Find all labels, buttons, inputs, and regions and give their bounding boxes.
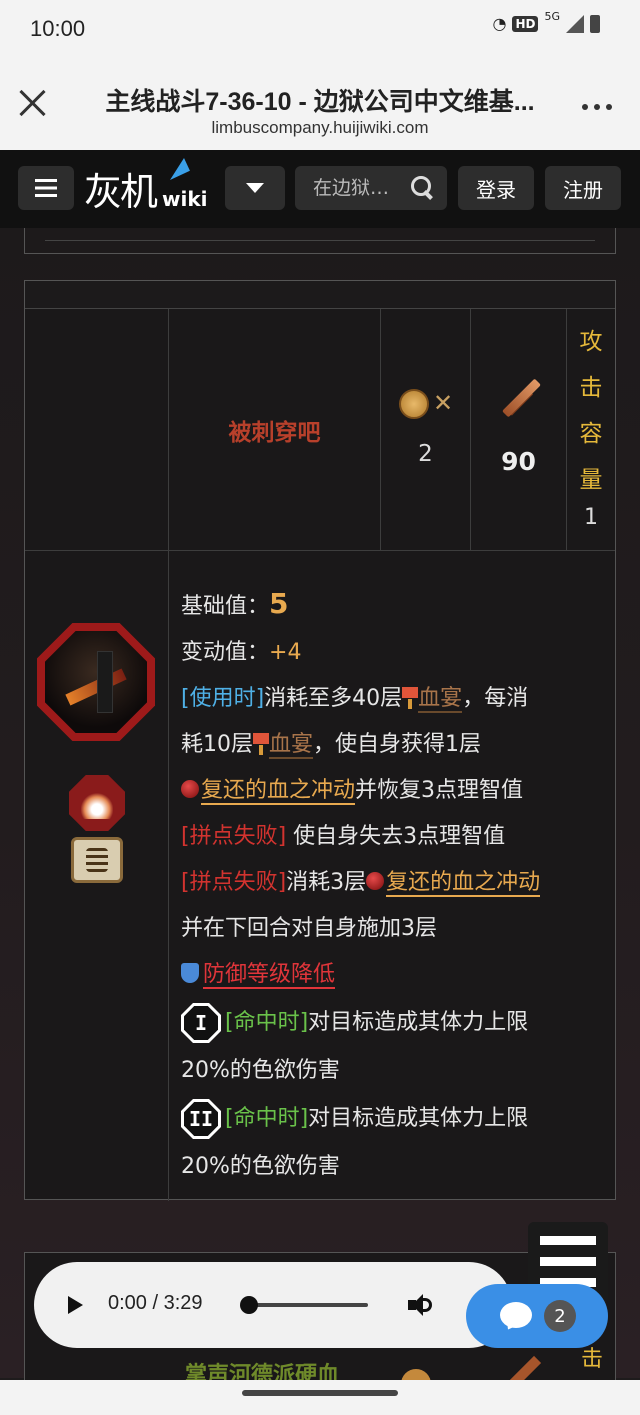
chat-count-badge: 2: [544, 1300, 576, 1332]
status-icons: ◔ HD 5G: [492, 10, 600, 33]
times-icon: ✕: [433, 389, 454, 417]
base-value-row: 基础值：5: [181, 587, 289, 620]
wrath-affinity-icon: [69, 775, 125, 831]
battery-icon: [590, 14, 600, 33]
clock: 10:00: [30, 16, 86, 41]
var-value: +4: [269, 640, 302, 665]
skill-icons-column: [25, 551, 169, 1201]
skill-name: 被刺穿吧: [228, 420, 321, 446]
list-icon: [35, 179, 57, 197]
hd-badge: HD: [512, 15, 539, 32]
search-box[interactable]: [295, 166, 447, 210]
login-button[interactable]: 登录: [458, 166, 534, 210]
kite-icon: [164, 158, 190, 180]
goblet-icon: [402, 687, 419, 709]
hamburger-icon: [540, 1236, 596, 1288]
browser-toolbar: 主线战斗7-36-10 - 边狱公司中文维基... limbuscompany.…: [0, 58, 640, 150]
on-hit-tag: [命中时]: [225, 1106, 309, 1131]
attack-capacity-value: 1: [584, 505, 598, 530]
audio-player: 0:00 / 3:29: [34, 1262, 512, 1348]
close-icon[interactable]: [18, 88, 48, 118]
logo-text: 灰机: [84, 170, 158, 214]
network-type: 5G: [544, 10, 560, 23]
skill-card: 被刺穿吧 ✕ 2 90 攻 击 容 量 1 基础值：5 变动值：+4 [使用时]…: [24, 280, 616, 1201]
sword-icon: [495, 377, 545, 427]
defense-down-link[interactable]: 防御等级降低: [203, 962, 336, 989]
search-input[interactable]: [313, 177, 403, 199]
audio-time: 0:00 / 3:29: [108, 1292, 203, 1314]
coin-1-icon: I: [181, 1003, 221, 1043]
register-button[interactable]: 注册: [545, 166, 621, 210]
coin-cell: ✕ 2: [381, 309, 471, 551]
coin-count: 2: [418, 441, 433, 467]
revenant-link[interactable]: 复还的血之冲动: [386, 870, 541, 897]
on-hit-tag: [命中时]: [225, 1010, 309, 1035]
previous-card: [24, 228, 616, 254]
skill-description: 基础值：5 变动值：+4 [使用时]消耗至多40层 血宴，每消 耗10层 血宴，使自…: [169, 551, 615, 1201]
signal-icon: [566, 14, 584, 33]
home-indicator[interactable]: [242, 1390, 398, 1396]
page-title: 主线战斗7-36-10 - 边狱公司中文维基...: [105, 88, 535, 116]
skill-art-icon: [37, 623, 155, 741]
status-bar: 10:00 ◔ HD 5G: [0, 0, 640, 58]
coin-2-icon: II: [181, 1099, 221, 1139]
base-value: 5: [269, 587, 289, 620]
attack-capacity-label: 攻 击 容 量: [579, 329, 603, 493]
skill-power: 90: [501, 447, 536, 476]
revenant-link[interactable]: 复还的血之冲动: [201, 778, 356, 805]
chat-icon: [500, 1302, 532, 1328]
bloodfeast-link[interactable]: 血宴: [418, 686, 463, 713]
wifi-icon: ◔: [492, 14, 507, 33]
audio-seek-thumb[interactable]: [240, 1296, 258, 1314]
coin-icon: [399, 389, 429, 419]
search-icon[interactable]: [411, 176, 433, 198]
blood-drop-icon: [366, 872, 385, 890]
site-logo[interactable]: 灰机 wiki: [84, 158, 208, 214]
skill-name-cell: 被刺穿吧: [169, 309, 381, 551]
pierce-type-icon: [71, 837, 123, 883]
power-cell: 90: [471, 309, 567, 551]
clash-lose-tag: [拼点失败]: [181, 870, 287, 895]
caret-down-icon: [246, 183, 264, 193]
bloodfeast-link[interactable]: 血宴: [269, 732, 314, 759]
page-url[interactable]: limbuscompany.huijiwiki.com: [70, 118, 570, 138]
capacity-cell: 攻 击 容 量 1: [567, 309, 615, 551]
menu-button[interactable]: [18, 166, 74, 210]
chat-button[interactable]: 2: [466, 1284, 608, 1348]
gesture-bar: [0, 1380, 640, 1415]
shield-icon: [181, 963, 199, 983]
page-content: 被刺穿吧 ✕ 2 90 攻 击 容 量 1 基础值：5 变动值：+4 [使用时]…: [0, 228, 640, 1412]
on-use-tag: [使用时]: [181, 686, 265, 711]
volume-icon[interactable]: [408, 1294, 434, 1316]
skill-header-blank: [25, 309, 169, 551]
logo-suffix: wiki: [162, 187, 208, 211]
play-icon[interactable]: [68, 1296, 83, 1314]
clash-lose-tag: [拼点失败]: [181, 824, 287, 849]
blood-drop-icon: [181, 780, 199, 798]
more-options-icon[interactable]: [582, 104, 612, 110]
site-navbar: 灰机 wiki 登录 注册: [0, 150, 640, 228]
dropdown-button[interactable]: [225, 166, 285, 210]
audio-seek-track[interactable]: [244, 1303, 368, 1307]
var-value-row: 变动值：+4: [181, 640, 302, 665]
goblet-icon: [253, 733, 269, 755]
